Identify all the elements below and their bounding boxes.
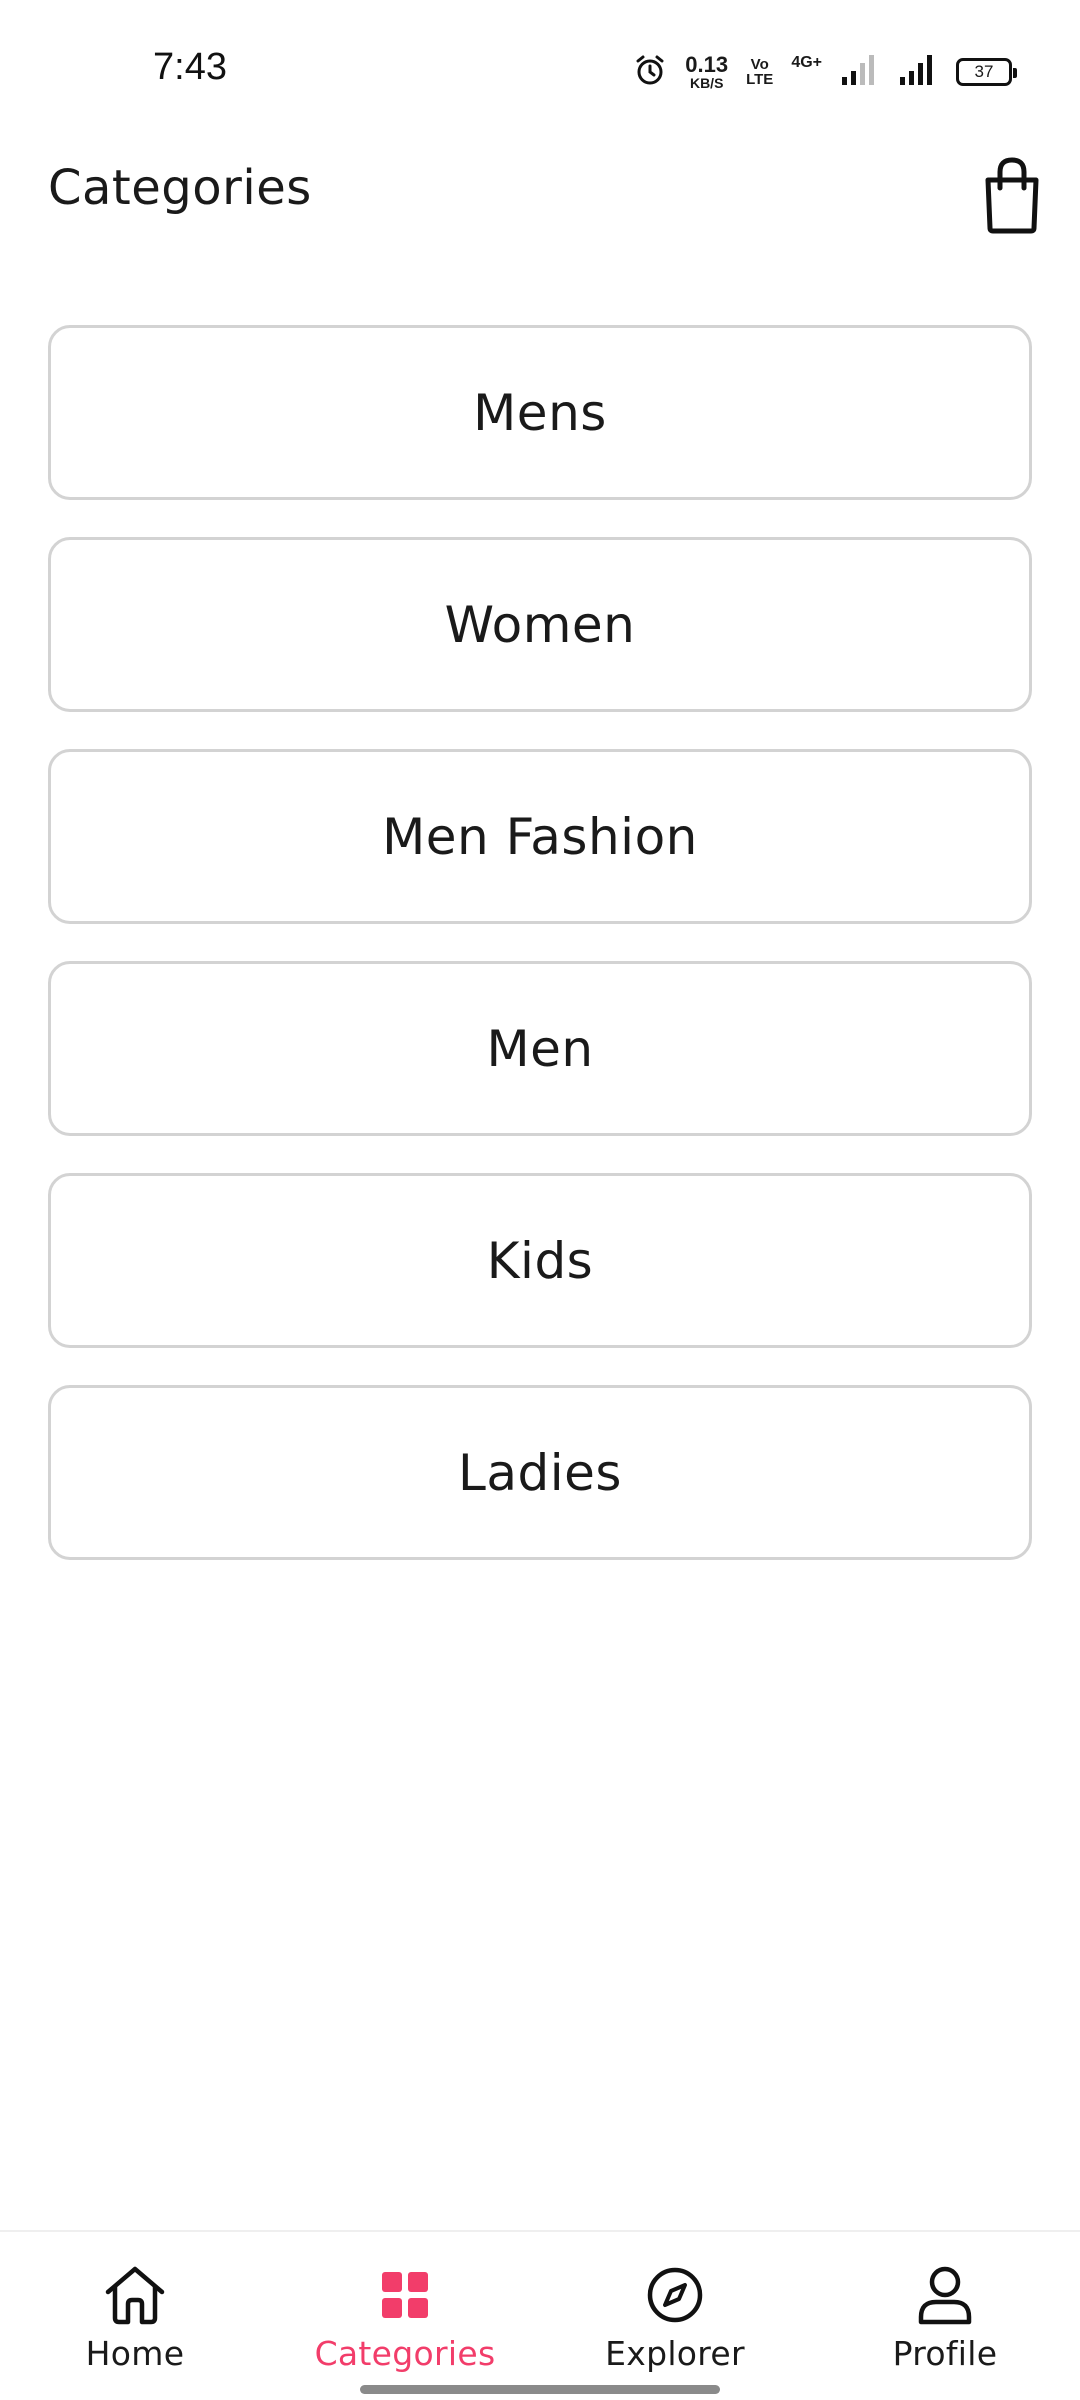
network-speed-unit: KB/S (689, 75, 724, 91)
home-icon (102, 2262, 168, 2328)
status-time: 7:43 (153, 46, 227, 88)
shopping-bag-icon (985, 157, 1039, 234)
page-title: Categories (48, 160, 312, 216)
category-item-men-fashion[interactable]: Men Fashion (48, 749, 1032, 924)
category-label: Men Fashion (382, 807, 698, 866)
header: Categories (0, 150, 1080, 270)
volte-bottom: LTE (746, 71, 774, 88)
status-icons: 0.13 KB/S Vo LTE 4G+ 37 (633, 52, 1017, 92)
network-speed-value: 0.13 (685, 52, 729, 77)
nav-item-home[interactable]: Home (25, 2262, 245, 2373)
category-item-women[interactable]: Women (48, 537, 1032, 712)
bottom-nav: Home Categories Explorer Profile (0, 2230, 1080, 2400)
nav-label: Profile (892, 2334, 998, 2373)
signal-icon (898, 53, 938, 91)
category-item-men[interactable]: Men (48, 961, 1032, 1136)
compass-icon (642, 2262, 708, 2328)
category-label: Ladies (458, 1443, 622, 1502)
status-bar: 7:43 0.13 KB/S Vo LTE 4G+ 37 (0, 0, 1080, 140)
nav-label: Home (85, 2334, 185, 2373)
category-label: Men (486, 1019, 594, 1078)
network-speed: 0.13 KB/S (685, 52, 729, 91)
nav-label: Categories (314, 2334, 496, 2373)
volte-top: Vo (750, 56, 769, 73)
network-type: 4G+ (791, 54, 822, 71)
category-list: Mens Women Men Fashion Men Kids Ladies (48, 325, 1032, 1597)
user-icon (912, 2262, 978, 2328)
volte-indicator: Vo LTE (746, 57, 773, 87)
nav-item-profile[interactable]: Profile (835, 2262, 1055, 2373)
nav-item-explorer[interactable]: Explorer (565, 2262, 785, 2373)
category-item-mens[interactable]: Mens (48, 325, 1032, 500)
grid-icon (372, 2262, 438, 2328)
signal-icon (840, 53, 880, 91)
category-label: Mens (473, 383, 607, 442)
nav-item-categories[interactable]: Categories (295, 2262, 515, 2373)
home-indicator[interactable] (360, 2385, 720, 2394)
category-label: Kids (486, 1231, 594, 1290)
nav-label: Explorer (605, 2334, 745, 2373)
category-label: Women (444, 595, 636, 654)
alarm-icon (633, 53, 667, 91)
category-item-ladies[interactable]: Ladies (48, 1385, 1032, 1560)
category-item-kids[interactable]: Kids (48, 1173, 1032, 1348)
screen: 7:43 0.13 KB/S Vo LTE 4G+ 37 Categories … (0, 0, 1080, 2400)
battery-icon: 37 (956, 58, 1017, 86)
cart-button[interactable] (978, 154, 1046, 234)
